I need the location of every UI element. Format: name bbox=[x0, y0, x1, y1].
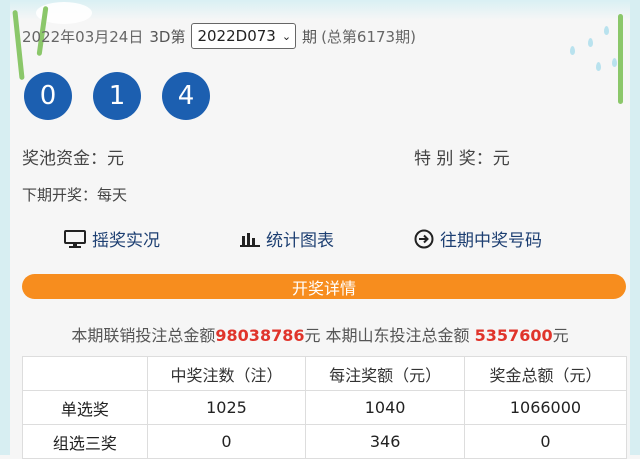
winning-numbers: 0 1 4 bbox=[24, 72, 210, 120]
table-cell: 组选三奖 bbox=[22, 424, 148, 459]
issue-select-value: 2022D073 bbox=[197, 27, 276, 45]
table-row: 单选奖 1025 1040 1066000 bbox=[22, 390, 628, 425]
draw-date: 2022年03月24日 bbox=[22, 27, 144, 46]
number-ball: 4 bbox=[162, 72, 210, 120]
prize-pool-label: 奖池资金：元 bbox=[22, 149, 124, 169]
top-decoration bbox=[0, 0, 640, 20]
column-header bbox=[22, 356, 148, 391]
table-cell: 1066000 bbox=[463, 390, 628, 425]
draw-details-bar[interactable]: 开奖详情 bbox=[22, 274, 626, 299]
table-cell: 346 bbox=[305, 424, 465, 459]
live-draw-link[interactable]: 摇奖实况 bbox=[64, 226, 160, 251]
table-header-row: 中奖注数（注） 每注奖额（元） 奖金总额（元） bbox=[22, 356, 628, 391]
table-cell: 0 bbox=[146, 424, 307, 459]
table-cell: 1040 bbox=[305, 390, 465, 425]
raindrop-decoration bbox=[588, 38, 593, 47]
column-header: 每注奖额（元） bbox=[305, 356, 465, 391]
shandong-sales-unit: 元 bbox=[552, 326, 569, 345]
raindrop-decoration bbox=[612, 58, 617, 67]
union-sales-label: 本期联销投注总金额 bbox=[71, 326, 216, 345]
bar-chart-icon bbox=[240, 231, 260, 247]
shandong-sales-label: 元 本期山东投注总金额 bbox=[304, 326, 470, 345]
union-sales-value: 98038786 bbox=[215, 326, 305, 345]
shandong-sales-value: 5357600 bbox=[474, 326, 553, 345]
column-header: 中奖注数（注） bbox=[146, 356, 307, 391]
statistics-chart-label: 统计图表 bbox=[266, 231, 334, 251]
table-cell: 0 bbox=[463, 424, 628, 459]
next-draw-label: 下期开奖：每天 bbox=[22, 186, 128, 204]
table-row: 组选三奖 0 346 0 bbox=[22, 424, 628, 459]
sales-summary: 本期联销投注总金额98038786元 本期山东投注总金额 5357600元 bbox=[0, 322, 640, 346]
prize-table: 中奖注数（注） 每注奖额（元） 奖金总额（元） 单选奖 1025 1040 10… bbox=[22, 356, 628, 459]
issue-select[interactable]: 2022D073 ⌄ bbox=[191, 23, 297, 49]
draw-header: 2022年03月24日 3D第 2022D073 ⌄ 期 (总第6173期) bbox=[22, 22, 416, 50]
table-cell: 1025 bbox=[146, 390, 307, 425]
number-ball: 1 bbox=[93, 72, 141, 120]
history-numbers-label: 往期中奖号码 bbox=[440, 231, 542, 251]
column-header: 奖金总额（元） bbox=[463, 356, 628, 391]
history-numbers-link[interactable]: 往期中奖号码 bbox=[414, 226, 542, 251]
chevron-down-icon: ⌄ bbox=[281, 29, 292, 43]
live-draw-label: 摇奖实况 bbox=[92, 231, 160, 251]
number-ball: 0 bbox=[24, 72, 72, 120]
vine-decoration bbox=[618, 14, 623, 104]
raindrop-decoration bbox=[604, 26, 609, 35]
monitor-icon bbox=[64, 229, 86, 248]
special-prize-label: 特 别 奖：元 bbox=[414, 149, 510, 169]
table-cell: 单选奖 bbox=[22, 390, 148, 425]
total-issue-count: (总第6173期) bbox=[321, 27, 416, 46]
raindrop-decoration bbox=[596, 62, 601, 71]
issue-suffix: 期 bbox=[302, 27, 318, 46]
game-label: 3D第 bbox=[149, 27, 186, 46]
raindrop-decoration bbox=[570, 46, 575, 55]
action-links: 摇奖实况 统计图表 往期中奖号码 bbox=[0, 226, 640, 251]
statistics-chart-link[interactable]: 统计图表 bbox=[240, 226, 334, 251]
arrow-circle-right-icon bbox=[414, 229, 434, 249]
